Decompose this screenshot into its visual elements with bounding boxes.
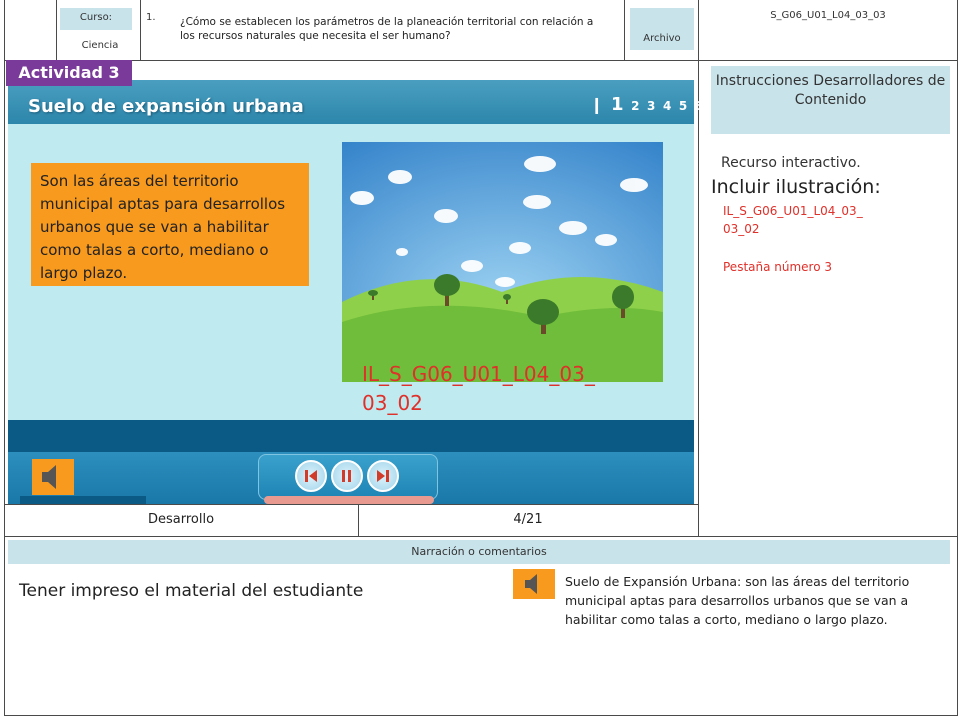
pager-tab-1[interactable]: 1 [611,94,624,115]
forward-button[interactable] [367,460,399,492]
file-code: S_G06_U01_L04_03_03 [770,10,886,21]
page-indicator: 4/21 [513,512,543,527]
skip-back-icon [305,470,317,482]
narration-description: Suelo de Expansión Urbana: son las áreas… [565,574,910,627]
divider-col2 [140,0,141,60]
instructions-title: Instrucciones Desarrolladores de Conteni… [715,73,946,108]
narration-note: Tener impreso el material del estudiante [19,581,364,601]
rewind-button[interactable] [295,460,327,492]
divider-header [4,60,958,61]
landscape-illustration [342,142,663,382]
slide-title: Suelo de expansión urbana [28,96,304,117]
image-id-overlay-line2: 03_02 [362,391,423,415]
resource-text: Recurso interactivo. [721,155,861,171]
speaker-icon [525,574,537,594]
divider-col3 [624,0,625,60]
audio-button-shadow [20,496,146,504]
border-left [4,0,5,716]
divider-narration-top [4,536,958,537]
pager-tab-5[interactable]: 5 [679,99,687,113]
pager: ❙ 1 2 3 4 5 6 ❙ [588,94,724,115]
divider-footer-top [4,504,698,505]
border-right [957,0,958,716]
definition-text: Son las áreas del territorio municipal a… [40,172,286,282]
pager-tab-3[interactable]: 3 [647,99,655,113]
narration-header: Narración o comentarios [411,545,547,558]
divider-col4 [698,0,699,536]
speaker-icon [42,465,56,489]
pause-icon [342,470,351,482]
pager-prev-icon[interactable]: ❙ [590,95,603,114]
question-text: ¿Cómo se establecen los parámetros de la… [180,16,594,42]
tab-note: Pestaña número 3 [723,260,833,274]
image-code-line1: IL_S_G06_U01_L04_03_ [723,204,863,218]
image-code-line2: 03_02 [723,222,760,236]
border-bottom [4,715,958,716]
skip-forward-icon [377,470,389,482]
audio-button[interactable] [32,459,74,495]
pager-tab-4[interactable]: 4 [663,99,671,113]
narration-audio-button[interactable] [513,569,555,599]
pause-button[interactable] [331,460,363,492]
pager-tab-2[interactable]: 2 [631,99,639,113]
question-number: 1. [146,12,156,23]
pager-tab-6[interactable]: 6 [695,99,703,113]
curso-label: Curso: [79,12,113,23]
slide-bottom-bar [8,420,694,452]
section-label: Desarrollo [147,512,215,527]
image-id-overlay-line1: IL_S_G06_U01_L04_03_ [362,362,595,386]
include-text: Incluir ilustración: [711,176,881,198]
activity-badge: Actividad 3 [6,60,132,86]
progress-track [264,496,434,504]
curso-value: Ciencia [81,40,119,51]
divider-col1 [56,0,57,60]
archivo-label: Archivo [643,33,681,44]
